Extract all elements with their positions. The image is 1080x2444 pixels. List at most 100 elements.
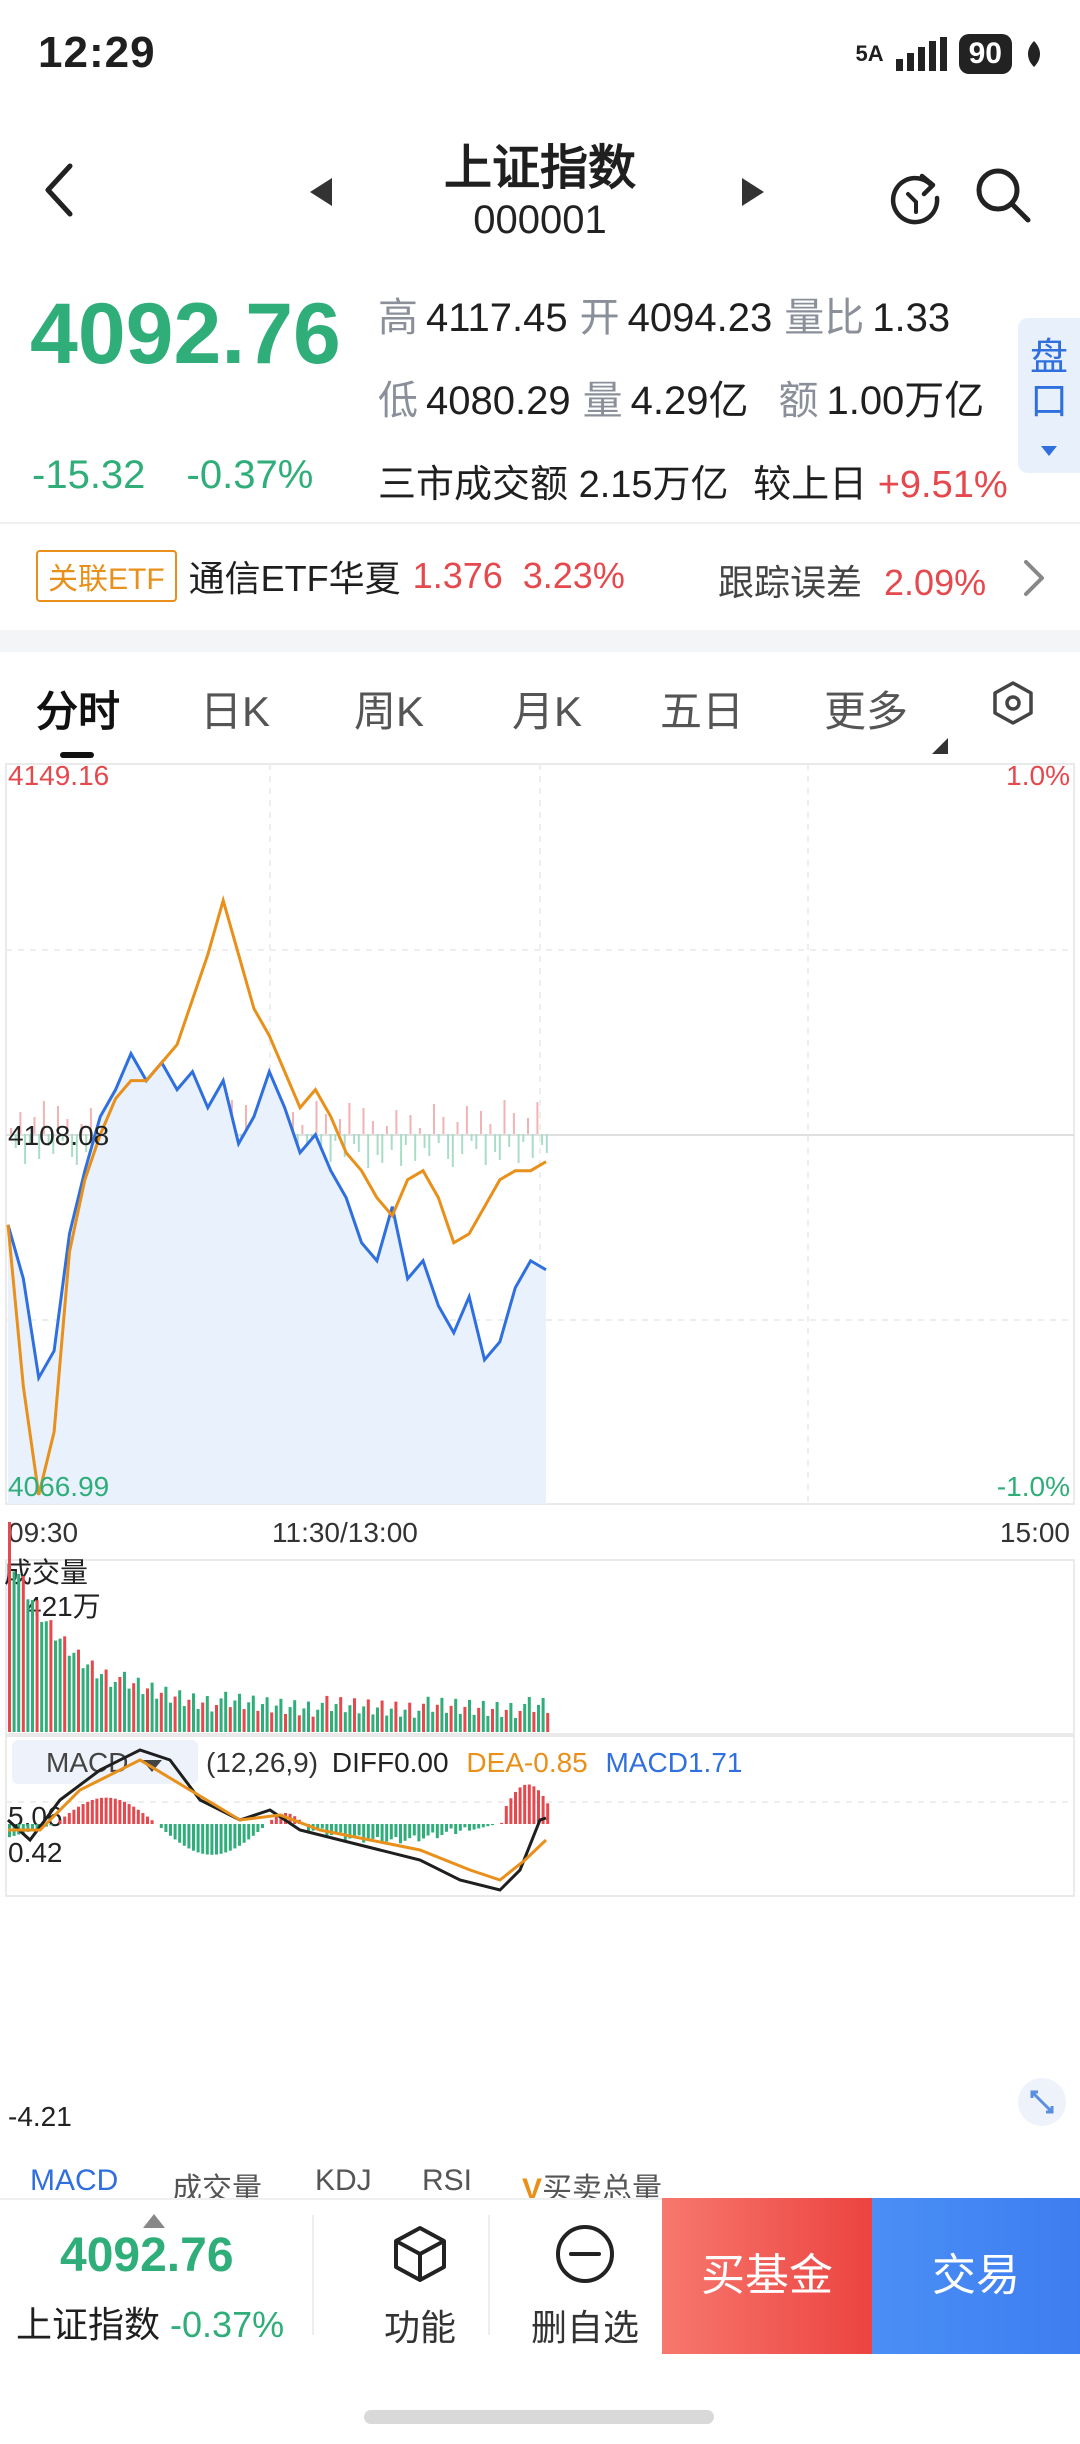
prev-close-label: 4108.08 bbox=[8, 1120, 109, 1151]
price-tick-bar bbox=[475, 1133, 478, 1149]
tab-daily-k[interactable]: 日K bbox=[200, 678, 270, 739]
macd-bar bbox=[210, 1824, 214, 1855]
macd-bar bbox=[132, 1806, 136, 1824]
next-stock-arrow-icon[interactable] bbox=[742, 178, 764, 206]
expand-up-icon[interactable] bbox=[143, 2214, 165, 2228]
volume-bar bbox=[12, 1571, 16, 1732]
volume-bar bbox=[8, 1522, 11, 1732]
search-icon[interactable] bbox=[972, 164, 1034, 226]
refresh-icon[interactable] bbox=[886, 168, 944, 226]
volume-bar bbox=[431, 1711, 435, 1732]
volume-bar bbox=[155, 1698, 159, 1732]
etf-name: 通信ETF华夏 bbox=[188, 558, 401, 599]
low-pct-label: -1.0% bbox=[997, 1471, 1070, 1502]
cube-icon bbox=[394, 2226, 446, 2282]
trade-button[interactable]: 交易 bbox=[872, 2198, 1080, 2354]
volume-bar bbox=[118, 1676, 122, 1732]
price-tick-bar bbox=[465, 1105, 468, 1134]
macd-bar bbox=[164, 1824, 168, 1832]
tab-monthly-k[interactable]: 月K bbox=[512, 678, 582, 739]
volume-bar bbox=[104, 1669, 108, 1732]
open-value: 4094.23 bbox=[627, 296, 773, 340]
change-pct: -0.37% bbox=[186, 453, 314, 497]
volume-bar bbox=[357, 1713, 361, 1732]
function-button[interactable]: 功能 bbox=[350, 2216, 490, 2356]
leaf-icon bbox=[1028, 41, 1040, 67]
price-tick-bar bbox=[494, 1133, 497, 1152]
buy-fund-button[interactable]: 买基金 bbox=[662, 2198, 872, 2354]
macd-bar bbox=[228, 1824, 232, 1851]
volume-bar bbox=[500, 1716, 504, 1732]
macd-bar bbox=[136, 1809, 140, 1824]
macd-bar bbox=[63, 1816, 67, 1824]
volume-label: 量 bbox=[582, 379, 623, 423]
macd-bar bbox=[242, 1824, 246, 1843]
open-label: 开 bbox=[579, 296, 620, 340]
macd-bar bbox=[187, 1824, 191, 1849]
price-tick-bar bbox=[386, 1125, 388, 1134]
macd-bar bbox=[127, 1804, 131, 1824]
volume-bar bbox=[256, 1710, 260, 1732]
volume-bar bbox=[35, 1600, 39, 1732]
price-tick-bar bbox=[512, 1112, 515, 1134]
volume-bar bbox=[100, 1674, 103, 1732]
volume-bar bbox=[486, 1715, 490, 1732]
volume-bar bbox=[293, 1700, 297, 1732]
track-label: 跟踪误差 bbox=[718, 562, 863, 603]
home-indicator[interactable] bbox=[364, 2410, 714, 2424]
volume-bar bbox=[403, 1709, 407, 1732]
tab-five-day[interactable]: 五日 bbox=[660, 678, 744, 739]
volume-bar bbox=[445, 1712, 448, 1732]
pankou-tab[interactable]: 盘口 bbox=[1018, 318, 1080, 473]
indicator-tab-rsi[interactable]: RSI bbox=[422, 2164, 472, 2198]
macd-bar bbox=[256, 1824, 260, 1832]
volume-bar bbox=[362, 1706, 366, 1732]
time-end-label: 15:00 bbox=[1000, 1517, 1070, 1548]
time-mid-label: 11:30/13:00 bbox=[272, 1517, 418, 1548]
price-tick-bar bbox=[541, 1133, 544, 1145]
tab-more[interactable]: 更多 bbox=[824, 678, 908, 739]
price-tick-bar bbox=[447, 1133, 450, 1159]
macd-bar bbox=[150, 1820, 154, 1824]
price-tick-bar bbox=[324, 1113, 327, 1134]
volume-bar bbox=[228, 1707, 232, 1732]
volume-bar bbox=[385, 1715, 389, 1732]
macd-bar bbox=[371, 1824, 375, 1839]
macd-bar bbox=[472, 1824, 476, 1830]
volume-bar bbox=[265, 1697, 269, 1732]
price-tick-bar bbox=[489, 1123, 492, 1134]
indicator-tab-macd[interactable]: MACD bbox=[30, 2164, 118, 2198]
macd-bar bbox=[426, 1824, 430, 1836]
tab-intraday[interactable]: 分时 bbox=[36, 678, 120, 739]
macd-mid-label: 0.42 bbox=[8, 1837, 63, 1868]
indicator-tab-kdj[interactable]: KDJ bbox=[315, 2164, 372, 2198]
volume-bar bbox=[523, 1703, 527, 1732]
price-tick-bar bbox=[362, 1107, 365, 1134]
quote-row-1: 高 4117.45 开 4094.23 量比 1.33 bbox=[378, 285, 962, 343]
price-tick-bar bbox=[353, 1133, 356, 1144]
price-tick-bar bbox=[480, 1110, 482, 1134]
price-tick-bar bbox=[400, 1133, 403, 1166]
function-label: 功能 bbox=[383, 2307, 456, 2348]
vs-value: +9.51% bbox=[877, 464, 1008, 506]
volume-bar bbox=[95, 1678, 99, 1732]
chevron-right-icon[interactable] bbox=[1016, 556, 1050, 600]
volume-bar bbox=[159, 1692, 163, 1732]
volume-bar bbox=[353, 1698, 356, 1732]
fullscreen-icon[interactable] bbox=[1018, 2078, 1066, 2126]
intraday-chart[interactable]: 4149.16 4108.08 4066.99 1.0% -1.0% 09:30… bbox=[0, 760, 1080, 2160]
etf-row[interactable]: 关联ETF 通信ETF华夏 1.376 3.23% bbox=[36, 550, 625, 602]
tab-weekly-k[interactable]: 周K bbox=[354, 678, 424, 739]
volume-bar bbox=[302, 1708, 306, 1732]
macd-legend: (12,26,9) DIFF0.00 DEA-0.85 MACD1.71 bbox=[206, 1747, 742, 1778]
macd-bar bbox=[500, 1822, 504, 1824]
volume-bar bbox=[81, 1668, 85, 1732]
settings-hexagon-icon[interactable] bbox=[990, 680, 1036, 726]
remove-watchlist-button[interactable]: 删自选 bbox=[510, 2216, 660, 2356]
volume-bar bbox=[63, 1636, 67, 1732]
signal-icon bbox=[895, 37, 947, 71]
price-tick-bar bbox=[301, 1124, 304, 1134]
low-price-label: 4066.99 bbox=[8, 1471, 109, 1502]
volume-bar bbox=[224, 1691, 228, 1732]
divider bbox=[0, 522, 1080, 524]
